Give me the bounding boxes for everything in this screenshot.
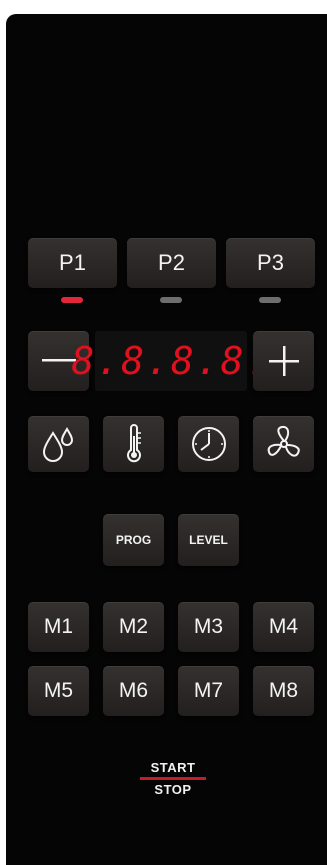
start-stop-button[interactable]: START STOP [128,760,218,797]
memory-label: M6 [118,679,149,702]
humidity-button[interactable] [28,416,89,472]
timer-button[interactable] [178,416,239,472]
prog-label: PROG [115,533,152,547]
temperature-button[interactable] [103,416,164,472]
memory-m8-button[interactable]: M8 [253,666,314,716]
memory-label: M3 [193,615,224,638]
memory-m5-button[interactable]: M5 [28,666,89,716]
start-stop-divider [140,777,206,780]
memory-m2-button[interactable]: M2 [103,602,164,652]
display-value: 8.8.8.8. [71,339,271,383]
memory-m1-button[interactable]: M1 [28,602,89,652]
digital-display: 8.8.8.8. [71,331,269,391]
program-p1-indicator [61,297,83,303]
program-p1-button[interactable]: P1 [28,238,117,288]
humidity-drops-icon [42,427,73,462]
start-label: START [150,760,196,775]
prog-button[interactable]: PROG [103,514,164,566]
memory-label: M5 [43,679,74,702]
program-p2-indicator [160,297,182,303]
program-p2-button[interactable]: P2 [127,238,216,288]
level-label: LEVEL [189,533,228,547]
memory-m7-button[interactable]: M7 [178,666,239,716]
program-p3-indicator [259,297,281,303]
increase-button[interactable] [253,331,314,391]
memory-label: M4 [268,615,299,638]
fan-icon [267,425,300,457]
thermometer-icon [126,424,141,463]
plus-icon [268,346,299,376]
fan-button[interactable] [253,416,314,472]
memory-label: M8 [268,679,299,702]
memory-label: M1 [43,615,74,638]
memory-m4-button[interactable]: M4 [253,602,314,652]
level-button[interactable]: LEVEL [178,514,239,566]
program-p3-label: P3 [257,250,284,275]
memory-label: M7 [193,679,224,702]
clock-icon [191,427,226,461]
program-p2-label: P2 [158,250,185,275]
minus-icon [41,359,76,362]
program-p1-label: P1 [59,250,86,275]
stop-label: STOP [154,782,192,797]
memory-m3-button[interactable]: M3 [178,602,239,652]
memory-m6-button[interactable]: M6 [103,666,164,716]
memory-label: M2 [118,615,149,638]
program-p3-button[interactable]: P3 [226,238,315,288]
